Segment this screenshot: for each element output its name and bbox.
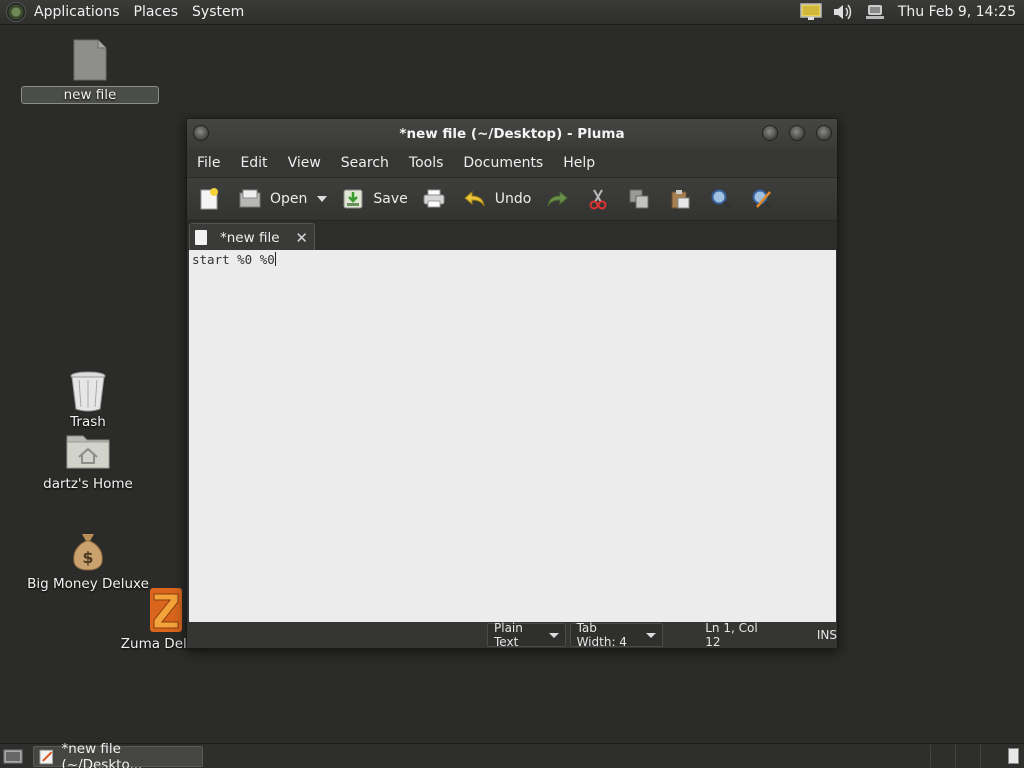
menu-documents[interactable]: Documents [463, 155, 543, 171]
window-title: *new file (~/Desktop) - Pluma [399, 126, 625, 142]
save-button[interactable]: Save [341, 178, 408, 220]
show-desktop-icon[interactable] [3, 747, 23, 768]
toolbar: Open Save Undo [187, 177, 837, 221]
workspace-1[interactable] [930, 745, 954, 767]
taskbar-button-pluma[interactable]: *new file (~/Deskto... [33, 741, 203, 768]
language-label: Plain Text [494, 621, 523, 649]
desktop-icon-label: Trash [70, 414, 106, 430]
statusbar: Plain Text Tab Width: 4 Ln 1, Col 12 INS [187, 621, 837, 649]
chevron-down-icon [646, 632, 657, 638]
scissors-icon [586, 187, 610, 211]
money-bag-icon: $ [73, 534, 103, 571]
paste-button[interactable] [668, 178, 692, 220]
redo-button[interactable] [545, 178, 569, 220]
home-folder-icon [66, 435, 110, 469]
desktop-icon-label: dartz's Home [43, 476, 133, 492]
find-replace-icon [750, 187, 774, 211]
network-icon[interactable] [864, 2, 886, 22]
zuma-icon [150, 588, 182, 632]
window-menu-button[interactable] [193, 125, 209, 141]
new-document-icon [197, 187, 221, 211]
panel-tray: Thu Feb 9, 14:25 [790, 0, 1024, 24]
bottom-panel: *new file (~/Deskto... [0, 741, 1024, 768]
insert-mode: INS [816, 628, 837, 642]
save-icon [341, 187, 365, 211]
clock[interactable]: Thu Feb 9, 14:25 [898, 4, 1016, 20]
paste-icon [668, 187, 692, 211]
print-icon [422, 187, 446, 211]
document-icon [195, 230, 207, 245]
tab-bar: *new file ✕ [187, 221, 837, 251]
menu-file[interactable]: File [197, 155, 220, 171]
places-menu[interactable]: Places [134, 4, 179, 20]
text-editor[interactable]: start %0 %0 [189, 250, 836, 622]
cursor-position: Ln 1, Col 12 [705, 621, 758, 649]
tab-close-icon[interactable]: ✕ [295, 229, 308, 247]
find-button[interactable] [709, 178, 733, 220]
desktop-icon-trash[interactable]: Trash [18, 370, 158, 430]
open-recent-dropdown-icon[interactable] [317, 196, 328, 202]
save-label: Save [373, 191, 408, 207]
window-titlebar[interactable]: *new file (~/Desktop) - Pluma [187, 119, 837, 149]
text-editor-icon [39, 749, 54, 764]
tab-width-label: Tab Width: 4 [576, 621, 627, 649]
menu-view[interactable]: View [288, 155, 321, 171]
menu-help[interactable]: Help [563, 155, 595, 171]
taskbar-button-label: *new file (~/Deskto... [61, 740, 143, 768]
trash-applet-icon[interactable] [1008, 748, 1019, 764]
copy-icon [627, 187, 651, 211]
system-menu[interactable]: System [192, 4, 244, 20]
pluma-window: *new file (~/Desktop) - Pluma File Edit … [186, 118, 838, 649]
copy-button[interactable] [627, 178, 651, 220]
tab-label: *new file [220, 229, 280, 246]
workspace-3[interactable] [980, 745, 1004, 767]
tab-width-selector[interactable]: Tab Width: 4 [569, 621, 664, 649]
applications-menu[interactable]: Applications [34, 4, 120, 20]
desktop-icon-home[interactable]: dartz's Home [18, 430, 158, 492]
undo-label: Undo [494, 191, 532, 207]
text-cursor [274, 252, 276, 266]
desktop-icon-label: new file [21, 86, 159, 104]
desktop-icon-new-file[interactable]: new file [20, 38, 160, 104]
search-icon [709, 187, 733, 211]
desktop-icon-big-money[interactable]: $ Big Money Deluxe [18, 530, 158, 592]
top-panel: Applications Places System Thu Feb 9, 14… [0, 0, 1024, 25]
volume-icon[interactable] [832, 2, 854, 22]
menu-tools[interactable]: Tools [409, 155, 444, 171]
panel-menu-bar: Applications Places System [0, 0, 258, 24]
workspace-2[interactable] [955, 745, 979, 767]
language-selector[interactable]: Plain Text [487, 621, 566, 649]
chevron-down-icon [548, 632, 559, 638]
replace-button[interactable] [750, 178, 774, 220]
maximize-button[interactable] [789, 125, 805, 141]
menu-search[interactable]: Search [341, 155, 389, 171]
menu-edit[interactable]: Edit [240, 155, 267, 171]
redo-icon [545, 187, 569, 211]
distro-logo-icon[interactable] [6, 2, 26, 22]
trash-icon [70, 371, 106, 412]
print-button[interactable] [422, 178, 446, 220]
editor-text: start %0 %0 [192, 252, 275, 267]
tab-new-file[interactable]: *new file ✕ [189, 223, 315, 251]
svg-text:$: $ [82, 548, 93, 567]
display-icon[interactable] [800, 2, 822, 22]
open-icon [238, 187, 262, 211]
file-icon [73, 39, 107, 81]
undo-button[interactable]: Undo [463, 178, 532, 220]
open-button[interactable]: Open [238, 178, 328, 220]
open-label: Open [270, 191, 308, 207]
cut-button[interactable] [586, 178, 610, 220]
new-button[interactable] [197, 178, 221, 220]
menubar: File Edit View Search Tools Documents He… [187, 149, 837, 177]
undo-icon [463, 187, 487, 211]
close-button[interactable] [816, 125, 832, 141]
minimize-button[interactable] [762, 125, 778, 141]
